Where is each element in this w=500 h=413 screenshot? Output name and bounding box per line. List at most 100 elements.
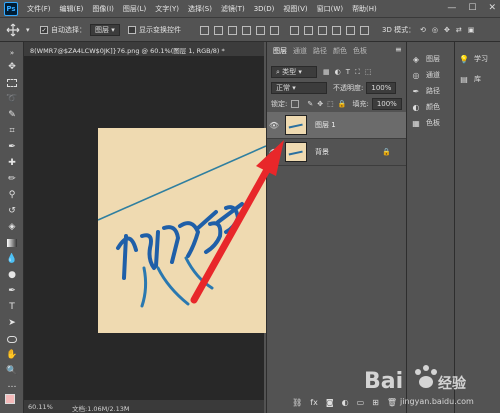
more-tools-icon[interactable]: …: [4, 378, 20, 392]
auto-select-checkbox[interactable]: ✓ 自动选择：: [40, 23, 86, 37]
menu-help[interactable]: 帮助(H): [352, 4, 377, 14]
align-top-icon[interactable]: [200, 25, 209, 35]
maximize-button[interactable]: ☐: [468, 3, 476, 13]
auto-select-dropdown[interactable]: 图层 ▾: [90, 24, 120, 36]
menu-3d[interactable]: 3D(D): [254, 5, 275, 13]
tab-swatches[interactable]: 色板: [353, 46, 367, 56]
menu-view[interactable]: 视图(V): [283, 4, 307, 14]
minimize-button[interactable]: —: [447, 3, 456, 13]
clone-stamp-tool-icon[interactable]: ⚲: [4, 188, 20, 202]
3d-scale-icon[interactable]: ▣: [468, 26, 475, 34]
eyedropper-tool-icon[interactable]: ✒: [4, 140, 20, 154]
zoom-level[interactable]: 60.11%: [28, 403, 53, 411]
mini-item-learn[interactable]: 💡 学习: [459, 52, 488, 66]
marquee-tool-icon[interactable]: [4, 76, 20, 90]
pen-tool-icon[interactable]: ✒: [4, 284, 20, 298]
move-tool-icon[interactable]: [6, 23, 20, 37]
align-vcenter-icon[interactable]: [214, 25, 223, 35]
lasso-tool-icon[interactable]: ➰: [4, 92, 20, 106]
mini-item-color[interactable]: ◐ 颜色: [411, 100, 441, 114]
tab-paths[interactable]: 路径: [313, 46, 327, 56]
document-tab[interactable]: 8(WMR7@$ZA4LCW$0JK]}76.png @ 60.1%(图层 1,…: [24, 42, 264, 56]
tab-layers[interactable]: 图层: [273, 46, 287, 56]
panel-menu-icon[interactable]: ≡: [395, 45, 402, 54]
quick-select-tool-icon[interactable]: ✎: [4, 108, 20, 122]
healing-tool-icon[interactable]: ✚: [4, 156, 20, 170]
history-brush-tool-icon[interactable]: ↺: [4, 204, 20, 218]
distribute-top-icon[interactable]: [290, 25, 299, 35]
lock-image-icon[interactable]: ✎: [307, 100, 313, 108]
path-select-tool-icon[interactable]: ➤: [4, 316, 20, 330]
3d-slide-icon[interactable]: ⇄: [456, 26, 462, 34]
eye-icon[interactable]: 👁: [267, 121, 281, 130]
3d-drag-icon[interactable]: ✥: [444, 26, 450, 34]
mini-item-paths[interactable]: ✒ 路径: [411, 84, 440, 98]
status-arrow-icon[interactable]: ›: [124, 403, 127, 411]
foreground-color-swatch[interactable]: [5, 394, 15, 404]
distribute-bottom-icon[interactable]: [318, 25, 327, 35]
dodge-tool-icon[interactable]: ●: [4, 268, 20, 282]
3d-rotate-icon[interactable]: ⟲: [420, 26, 426, 34]
lock-position-icon[interactable]: ✥: [317, 100, 323, 108]
fill-input[interactable]: 100%: [371, 98, 402, 110]
filter-adjustment-icon[interactable]: ◐: [335, 68, 341, 77]
kind-filter-dropdown[interactable]: ⌕ 类型 ▾: [271, 66, 317, 78]
tool-preset-dropdown[interactable]: ▾: [26, 23, 30, 37]
menu-type[interactable]: 文字(Y): [155, 4, 179, 14]
mini-item-swatches[interactable]: ▦ 色板: [411, 116, 440, 130]
new-layer-icon[interactable]: ⊞: [372, 398, 379, 407]
layer-row-background[interactable]: 👁 背景 🔒: [267, 139, 407, 166]
gradient-tool-icon[interactable]: [4, 236, 20, 250]
layer-row-layer1[interactable]: 👁 图层 1: [267, 112, 407, 139]
hand-tool-icon[interactable]: ✋: [4, 348, 20, 362]
blur-tool-icon[interactable]: 💧: [4, 252, 20, 266]
mini-item-channels[interactable]: ◎ 通道: [411, 68, 441, 82]
align-hcenter-icon[interactable]: [256, 25, 265, 35]
menu-window[interactable]: 窗口(W): [317, 4, 343, 14]
menu-filter[interactable]: 滤镜(T): [221, 4, 245, 14]
align-left-icon[interactable]: [242, 25, 251, 35]
brush-tool-icon[interactable]: ✏: [4, 172, 20, 186]
filter-shape-icon[interactable]: ⛶: [355, 68, 360, 77]
menu-select[interactable]: 选择(S): [188, 4, 212, 14]
fx-icon[interactable]: fx: [310, 398, 318, 407]
type-tool-icon[interactable]: T: [4, 300, 20, 314]
mini-item-layers[interactable]: ◈ 图层: [411, 52, 440, 66]
lock-artboard-icon[interactable]: ⬚: [327, 100, 334, 108]
close-button[interactable]: ✕: [488, 3, 496, 13]
menu-image[interactable]: 图像(I): [92, 4, 114, 14]
menu-edit[interactable]: 编辑(E): [60, 4, 84, 14]
eraser-tool-icon[interactable]: ◈: [4, 220, 20, 234]
eye-icon[interactable]: 👁: [267, 148, 281, 157]
filter-pixel-icon[interactable]: ▦: [323, 68, 330, 77]
filter-type-icon[interactable]: T: [346, 68, 350, 77]
adjustment-layer-icon[interactable]: ◐: [342, 398, 349, 407]
align-right-icon[interactable]: [270, 25, 279, 35]
lock-all-icon[interactable]: 🔒: [338, 100, 347, 108]
menu-layer[interactable]: 图层(L): [123, 4, 146, 14]
filter-smart-icon[interactable]: ⬚: [365, 68, 372, 77]
shape-tool-icon[interactable]: [4, 332, 20, 346]
distribute-vcenter-icon[interactable]: [304, 25, 313, 35]
opacity-input[interactable]: 100%: [366, 82, 397, 94]
add-mask-icon[interactable]: ◙: [326, 398, 334, 407]
zoom-tool-icon[interactable]: 🔍: [4, 364, 20, 378]
document-image[interactable]: [98, 128, 266, 333]
distribute-hcenter-icon[interactable]: [346, 25, 355, 35]
delete-layer-icon[interactable]: 🗑: [387, 398, 397, 407]
move-tool-icon[interactable]: ✥: [4, 60, 20, 74]
tab-channels[interactable]: 通道: [293, 46, 307, 56]
tab-color[interactable]: 颜色: [333, 46, 347, 56]
3d-roll-icon[interactable]: ◎: [432, 26, 438, 34]
new-group-icon[interactable]: ▭: [357, 398, 365, 407]
show-transform-checkbox[interactable]: 显示变换控件: [128, 23, 181, 37]
menu-file[interactable]: 文件(F): [27, 4, 51, 14]
panel-collapse-icon[interactable]: »: [4, 46, 20, 60]
distribute-right-icon[interactable]: [360, 25, 369, 35]
align-bottom-icon[interactable]: [228, 25, 237, 35]
blend-mode-dropdown[interactable]: 正常 ▾: [271, 82, 327, 94]
crop-tool-icon[interactable]: ⌗: [4, 124, 20, 138]
distribute-left-icon[interactable]: [332, 25, 341, 35]
mini-item-library[interactable]: ▤ 库: [459, 72, 481, 86]
lock-transparent-icon[interactable]: [291, 100, 300, 108]
